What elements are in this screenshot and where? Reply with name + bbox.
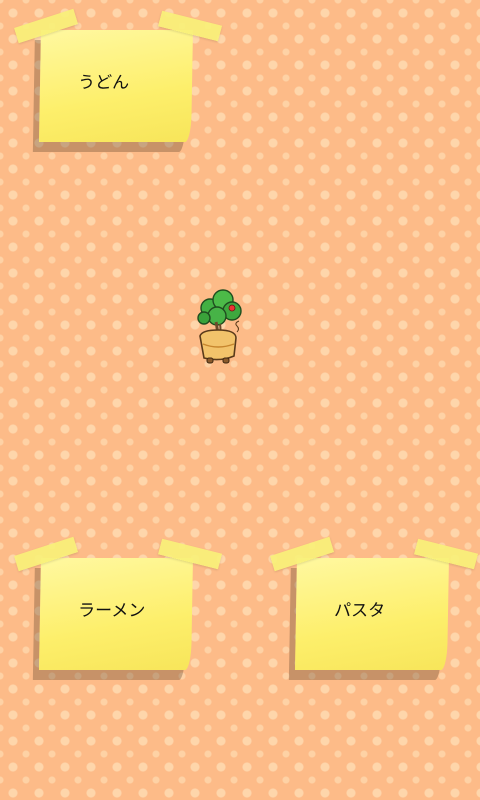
tape-left	[270, 536, 335, 572]
tape-right	[158, 538, 223, 570]
potted-tree-character-icon[interactable]	[190, 286, 250, 366]
sticky-note-pasta[interactable]: パスタ	[270, 536, 479, 670]
tape-right	[414, 538, 479, 570]
note-label-ramen: ラーメン	[77, 601, 146, 621]
sticky-note-ramen[interactable]: ラーメン	[14, 536, 223, 670]
note-label-pasta: パスタ	[333, 601, 386, 621]
tape-left	[14, 8, 79, 44]
tape-left	[14, 536, 79, 572]
tape-right	[158, 10, 223, 42]
sticky-note-udon[interactable]: うどん	[14, 8, 223, 142]
note-label-udon: うどん	[77, 73, 130, 93]
